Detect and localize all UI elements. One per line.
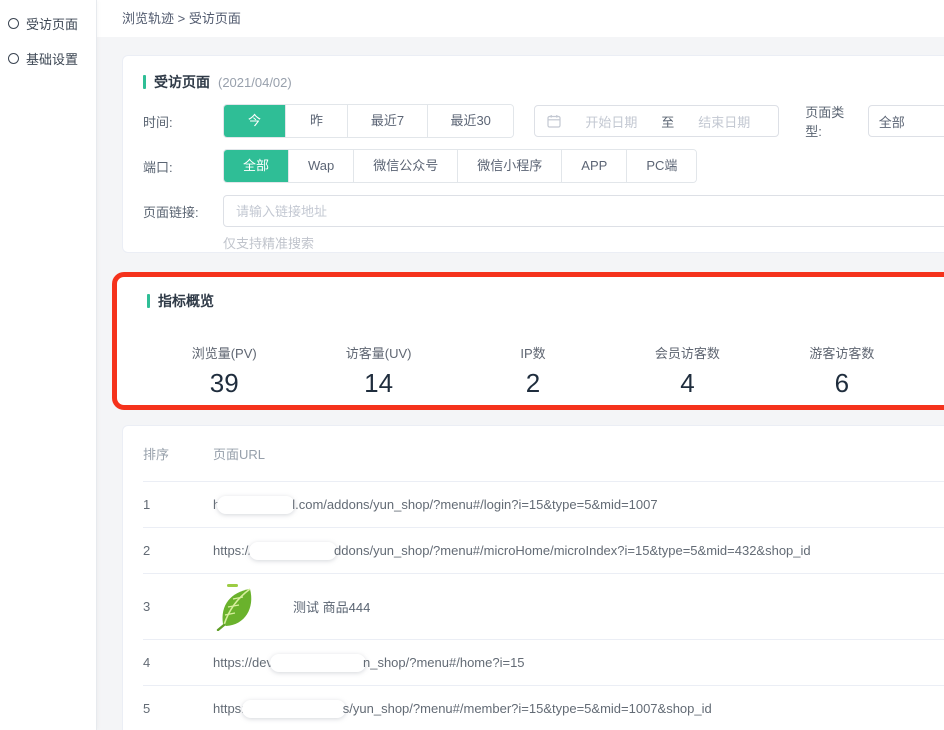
metrics-panel: 指标概览 浏览量(PV) 39访客量(UV) 14IP数 2会员访客数 4游客访客数 6 <box>117 277 944 399</box>
time-filter-row: 时间: 今天昨天最近7天最近30天 开始日期 至 结束日期 页面类型: 全部 <box>143 105 944 137</box>
page-type-select[interactable]: 全部 <box>868 105 944 137</box>
table-row: 2https:// ddons/yun_shop/?menu#/microHome… <box>143 527 944 573</box>
metric-label: 会员访客数 <box>610 343 764 362</box>
url-prefix: https://dev <box>213 655 273 670</box>
metrics-row: 浏览量(PV) 39访客量(UV) 14IP数 2会员访客数 4游客访客数 6 <box>147 323 944 399</box>
sidebar: 受访页面基础设置 <box>0 0 97 730</box>
url-suffix: s/yun_shop/?menu#/member?i=15&type=5&mid… <box>343 701 712 716</box>
metric-item: IP数 2 <box>456 343 610 399</box>
metric-item: 会员访客数 4 <box>610 343 764 399</box>
page-type-label: 页面类型: <box>805 102 857 140</box>
radio-circle-icon <box>8 18 19 29</box>
page-type-value: 全部 <box>879 112 905 131</box>
time-option-昨天[interactable]: 昨天 <box>285 105 347 137</box>
order-cell: 2 <box>143 543 213 558</box>
metric-label: 游客访客数 <box>765 343 919 362</box>
order-cell: 4 <box>143 655 213 670</box>
port-option-PC端[interactable]: PC端 <box>626 150 696 182</box>
metric-value: 39 <box>147 368 301 399</box>
table-row: 1hl.com/addons/yun_shop/?menu#/login?i=1… <box>143 481 944 527</box>
breadcrumb: 浏览轨迹 > 受访页面 <box>97 0 944 37</box>
end-date-placeholder[interactable]: 结束日期 <box>682 112 766 131</box>
radio-circle-icon <box>8 53 19 64</box>
metric-label: IP数 <box>456 343 610 362</box>
port-option-全部[interactable]: 全部 <box>224 150 288 182</box>
search-hint: 仅支持精准搜索 <box>143 233 944 252</box>
time-button-group: 今天昨天最近7天最近30天 <box>223 104 514 138</box>
metric-item: 浏览量(PV) 39 <box>147 343 301 399</box>
time-option-今天[interactable]: 今天 <box>224 105 285 137</box>
metric-label: 访客量(UV) <box>301 343 455 362</box>
sidebar-menu: 受访页面基础设置 <box>0 6 96 76</box>
column-header-url: 页面URL <box>213 444 265 463</box>
time-option-最近7天[interactable]: 最近7天 <box>347 105 427 137</box>
url-prefix: https:// <box>213 543 252 558</box>
sidebar-item-label: 基础设置 <box>26 49 78 68</box>
page-link-label: 页面链接: <box>143 202 203 221</box>
title-accent-bar <box>147 294 150 308</box>
time-option-最近30天[interactable]: 最近30天 <box>427 105 513 137</box>
product-leaf-image <box>213 583 257 631</box>
metric-item: 游客访客数 6 <box>765 343 919 399</box>
calendar-icon <box>547 114 561 128</box>
port-option-微信小程序[interactable]: 微信小程序 <box>457 150 561 182</box>
port-option-微信公众号[interactable]: 微信公众号 <box>353 150 457 182</box>
table-body: 1hl.com/addons/yun_shop/?menu#/login?i=1… <box>143 481 944 730</box>
title-accent-bar <box>143 75 146 89</box>
url-cell: https://dev n_shop/?menu#/home?i=15 <box>213 654 944 672</box>
filter-panel: 受访页面 (2021/04/02) 时间: 今天昨天最近7天最近30天 开始日期… <box>122 55 944 253</box>
url-table-panel: 排序 页面URL 1hl.com/addons/yun_shop/?menu#/… <box>122 425 944 730</box>
order-cell: 1 <box>143 497 213 512</box>
page-link-input[interactable] <box>223 195 944 227</box>
date-range-picker[interactable]: 开始日期 至 结束日期 <box>534 105 779 137</box>
metrics-panel-title: 指标概览 <box>147 291 944 311</box>
metric-value: 6 <box>765 368 919 399</box>
column-header-order: 排序 <box>143 444 213 463</box>
sidebar-item-label: 受访页面 <box>26 14 78 33</box>
metrics-title-text: 指标概览 <box>158 291 214 311</box>
date-to-label: 至 <box>661 112 674 131</box>
url-suffix: ddons/yun_shop/?menu#/microHome/microInd… <box>334 543 811 558</box>
url-cell: https: s/yun_shop/?menu#/member?i=15&type… <box>213 700 944 718</box>
metric-item: 访客量(UV) 14 <box>301 343 455 399</box>
order-cell: 3 <box>143 599 213 614</box>
time-label: 时间: <box>143 112 203 131</box>
table-header: 排序 页面URL <box>143 426 944 481</box>
sidebar-item-1[interactable]: 受访页面 <box>0 6 96 41</box>
redacted-blur-patch <box>217 496 295 514</box>
annotation-highlight-box: 指标概览 浏览量(PV) 39访客量(UV) 14IP数 2会员访客数 4游客访客数 6 <box>112 272 944 410</box>
port-label: 端口: <box>143 157 203 176</box>
metric-value: 14 <box>301 368 455 399</box>
metric-label: 浏览量(PV) <box>147 343 301 362</box>
port-button-group: 全部Wap微信公众号微信小程序APPPC端 <box>223 149 697 183</box>
panel-title-text: 受访页面 <box>154 72 210 92</box>
start-date-placeholder[interactable]: 开始日期 <box>569 112 653 131</box>
redacted-blur-patch <box>242 700 346 718</box>
filter-panel-title: 受访页面 (2021/04/02) <box>143 72 944 92</box>
panel-title-date: (2021/04/02) <box>218 75 292 90</box>
main-content: 浏览轨迹 > 受访页面 受访页面 (2021/04/02) 时间: 今天昨天最近… <box>97 0 944 730</box>
url-cell: https:// ddons/yun_shop/?menu#/microHome/… <box>213 542 944 560</box>
url-suffix: n_shop/?menu#/home?i=15 <box>363 655 525 670</box>
redacted-blur-patch <box>270 654 366 672</box>
url-prefix: https: <box>213 701 245 716</box>
table-row: 3 测试 商品444 <box>143 573 944 639</box>
url-suffix: l.com/addons/yun_shop/?menu#/login?i=15&… <box>292 497 657 512</box>
metric-value: 2 <box>456 368 610 399</box>
order-cell: 5 <box>143 701 213 716</box>
url-cell: hl.com/addons/yun_shop/?menu#/login?i=15… <box>213 496 944 514</box>
redacted-blur-patch <box>249 542 337 560</box>
table-row: 4https://dev n_shop/?menu#/home?i=15 <box>143 639 944 685</box>
table-row: 5https: s/yun_shop/?menu#/member?i=15&typ… <box>143 685 944 730</box>
metric-value: 4 <box>610 368 764 399</box>
product-name: 测试 商品444 <box>293 597 370 616</box>
link-filter-row: 页面链接: <box>143 195 944 227</box>
port-filter-row: 端口: 全部Wap微信公众号微信小程序APPPC端 <box>143 150 944 182</box>
sidebar-item-2[interactable]: 基础设置 <box>0 41 96 76</box>
port-option-Wap[interactable]: Wap <box>288 150 353 182</box>
url-cell: 测试 商品444 <box>213 583 944 631</box>
port-option-APP[interactable]: APP <box>561 150 626 182</box>
